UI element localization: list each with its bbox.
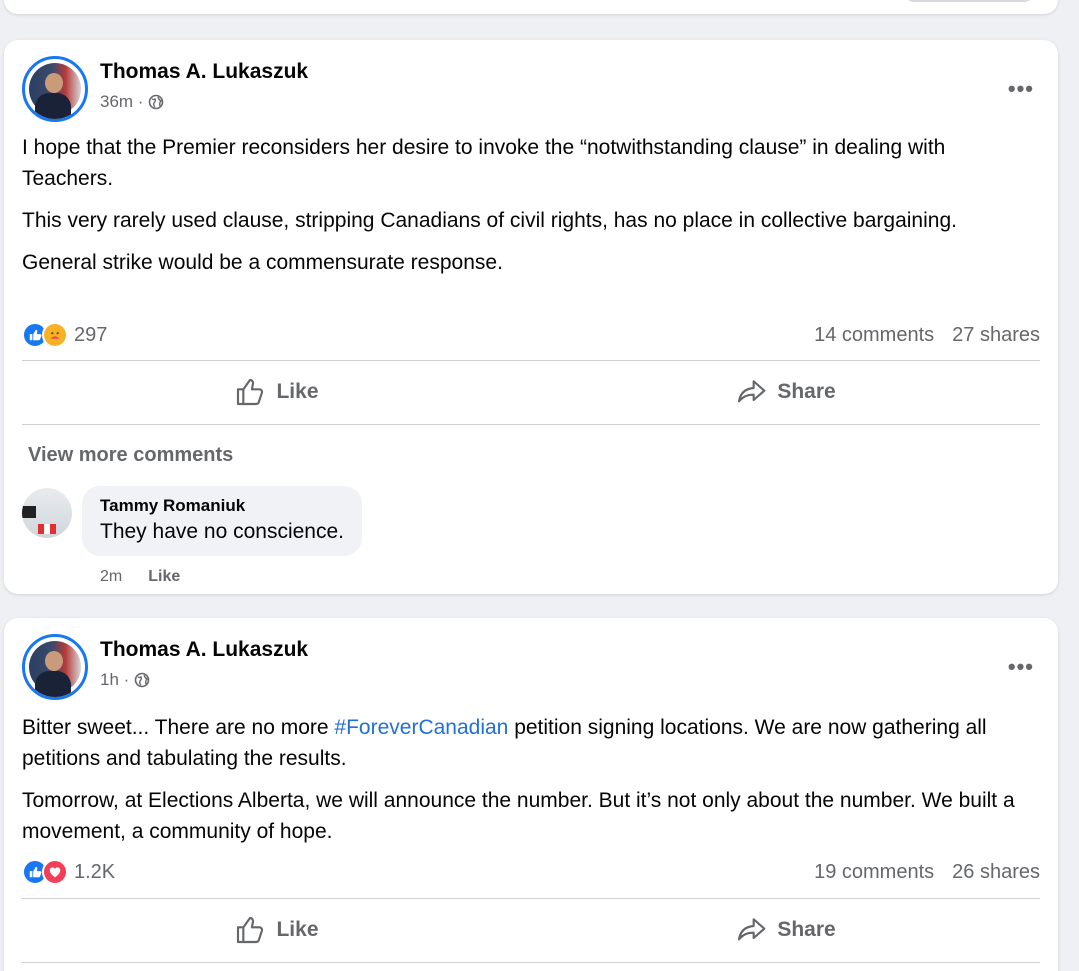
reactions-summary[interactable]: 1.2K [22, 859, 115, 885]
like-button[interactable]: Like [22, 362, 531, 422]
reaction-count: 297 [74, 323, 108, 346]
comment-like-button[interactable]: Like [148, 568, 180, 586]
post-paragraph: General strike would be a commensurate r… [22, 251, 503, 274]
share-label: Share [777, 918, 836, 941]
author-avatar[interactable] [22, 56, 88, 122]
thumbs-up-icon [237, 378, 264, 406]
post-paragraph: Tomorrow, at Elections Alberta, we will … [22, 789, 1015, 843]
comment-bubble: Tammy Romaniuk They have no conscience. [82, 486, 362, 556]
post-meta: 36m · [100, 92, 164, 112]
more-options-icon[interactable]: ••• [1008, 654, 1034, 680]
share-button[interactable]: Share [531, 362, 1040, 422]
divider [22, 962, 1040, 963]
share-icon [738, 380, 766, 403]
reaction-count: 1.2K [74, 860, 116, 883]
comment-text: They have no conscience. [100, 520, 344, 543]
previous-post-card [4, 0, 1058, 14]
post-text: Bitter sweet... There are no more #Forev… [22, 712, 1032, 858]
post-actions: Like Share [22, 900, 1040, 960]
author-name[interactable]: Thomas A. Lukaszuk [100, 60, 308, 84]
share-icon [738, 918, 766, 941]
post-card: Thomas A. Lukaszuk 1h · ••• Bitter sweet… [4, 618, 1058, 971]
thumbs-up-icon [237, 916, 264, 944]
post-meta: 1h · [100, 670, 150, 690]
care-reaction-icon [42, 322, 68, 348]
divider [22, 424, 1040, 425]
reactions-summary[interactable]: 297 [22, 322, 107, 348]
hashtag-link[interactable]: #ForeverCanadian [334, 716, 508, 739]
post-header: Thomas A. Lukaszuk 36m · ••• [22, 56, 1042, 126]
comments-count[interactable]: 19 comments [814, 861, 934, 884]
divider [22, 360, 1040, 361]
divider [22, 898, 1040, 899]
more-options-icon[interactable]: ••• [1008, 76, 1034, 102]
commenter-name[interactable]: Tammy Romaniuk [100, 496, 344, 516]
like-label: Like [276, 918, 319, 941]
previous-post-button[interactable] [904, 0, 1034, 2]
shares-count[interactable]: 27 shares [952, 324, 1040, 347]
comment-time[interactable]: 2m [100, 568, 122, 586]
post-time[interactable]: 1h · [100, 670, 129, 690]
author-avatar[interactable] [22, 634, 88, 700]
post-time[interactable]: 36m · [100, 92, 143, 112]
post-card: Thomas A. Lukaszuk 36m · ••• I hope that… [4, 40, 1058, 594]
post-stats: 1.2K 19 comments 26 shares [22, 856, 1040, 888]
globe-icon [134, 672, 150, 688]
post-actions: Like Share [22, 362, 1040, 422]
author-name[interactable]: Thomas A. Lukaszuk [100, 638, 308, 662]
post-paragraph: I hope that the Premier reconsiders her … [22, 136, 946, 190]
post-paragraph: Bitter sweet... There are no more #Forev… [22, 712, 1032, 774]
commenter-avatar[interactable] [22, 488, 72, 538]
post-text: I hope that the Premier reconsiders her … [22, 132, 1032, 289]
globe-icon [149, 94, 164, 110]
comments-count[interactable]: 14 comments [814, 324, 934, 347]
share-button[interactable]: Share [531, 900, 1040, 960]
post-text-segment: Bitter sweet... There are no more [22, 716, 335, 739]
like-button[interactable]: Like [22, 900, 531, 960]
view-more-comments-link[interactable]: View more comments [28, 444, 233, 467]
share-label: Share [777, 380, 836, 403]
post-stats: 297 14 comments 27 shares [22, 319, 1040, 351]
post-paragraph: This very rarely used clause, stripping … [22, 209, 957, 232]
post-header: Thomas A. Lukaszuk 1h · ••• [22, 634, 1042, 704]
shares-count[interactable]: 26 shares [952, 861, 1040, 884]
like-label: Like [276, 380, 319, 403]
comment-meta: 2m Like [100, 568, 180, 586]
love-reaction-icon [42, 859, 68, 885]
